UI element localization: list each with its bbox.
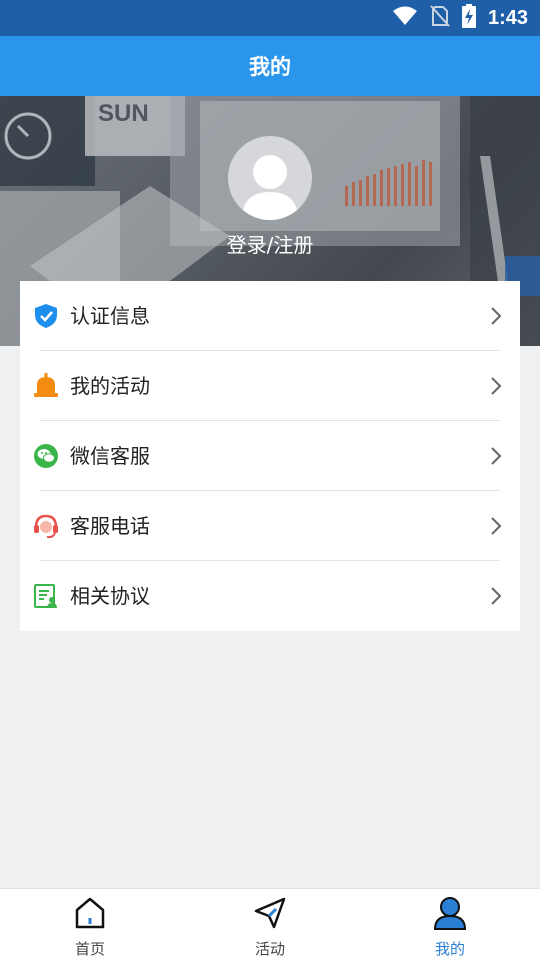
status-icons: 1:43 <box>392 0 528 36</box>
menu-item-label: 相关协议 <box>70 584 150 608</box>
home-icon <box>74 896 106 930</box>
menu-item-label: 我的活动 <box>70 374 150 398</box>
login-register-link[interactable]: 登录/注册 <box>0 229 540 258</box>
chevron-right-icon <box>490 306 502 326</box>
menu-item-my-activities[interactable]: 我的活动 <box>20 351 520 421</box>
chevron-right-icon <box>490 586 502 606</box>
verified-shield-icon <box>33 303 59 329</box>
bottom-tab-bar: 首页 活动 我的 <box>0 888 540 960</box>
tab-label: 我的 <box>434 940 465 958</box>
user-icon <box>433 896 467 930</box>
headset-icon <box>33 513 59 539</box>
battery-charging-icon <box>461 4 476 32</box>
paper-plane-icon <box>254 896 286 930</box>
menu-card: 认证信息 我的活动 微信客服 客服电话 相关协议 <box>20 281 520 631</box>
page-title: 我的 <box>249 55 291 79</box>
app-bar: 我的 <box>0 36 540 96</box>
tab-home[interactable]: 首页 <box>0 889 180 960</box>
menu-item-label: 客服电话 <box>70 514 150 538</box>
tab-label: 活动 <box>254 940 285 958</box>
menu-item-label: 认证信息 <box>70 304 150 328</box>
wechat-icon <box>33 443 59 469</box>
tab-activities[interactable]: 活动 <box>180 889 360 960</box>
tab-label: 首页 <box>74 940 105 958</box>
status-bar: 1:43 <box>0 0 540 36</box>
chevron-right-icon <box>490 516 502 536</box>
menu-item-agreements[interactable]: 相关协议 <box>20 561 520 631</box>
menu-item-certification[interactable]: 认证信息 <box>20 281 520 351</box>
bell-icon <box>33 373 59 399</box>
no-sim-icon <box>430 5 450 31</box>
agreement-document-icon <box>33 583 59 609</box>
menu-item-wechat-service[interactable]: 微信客服 <box>20 421 520 491</box>
chevron-right-icon <box>490 446 502 466</box>
status-time: 1:43 <box>487 6 528 29</box>
chevron-right-icon <box>490 376 502 396</box>
user-avatar[interactable] <box>228 136 312 220</box>
wifi-icon <box>392 6 418 30</box>
menu-item-label: 微信客服 <box>70 444 150 468</box>
menu-item-service-phone[interactable]: 客服电话 <box>20 491 520 561</box>
user-avatar-icon <box>242 155 298 220</box>
tab-mine[interactable]: 我的 <box>360 889 540 960</box>
